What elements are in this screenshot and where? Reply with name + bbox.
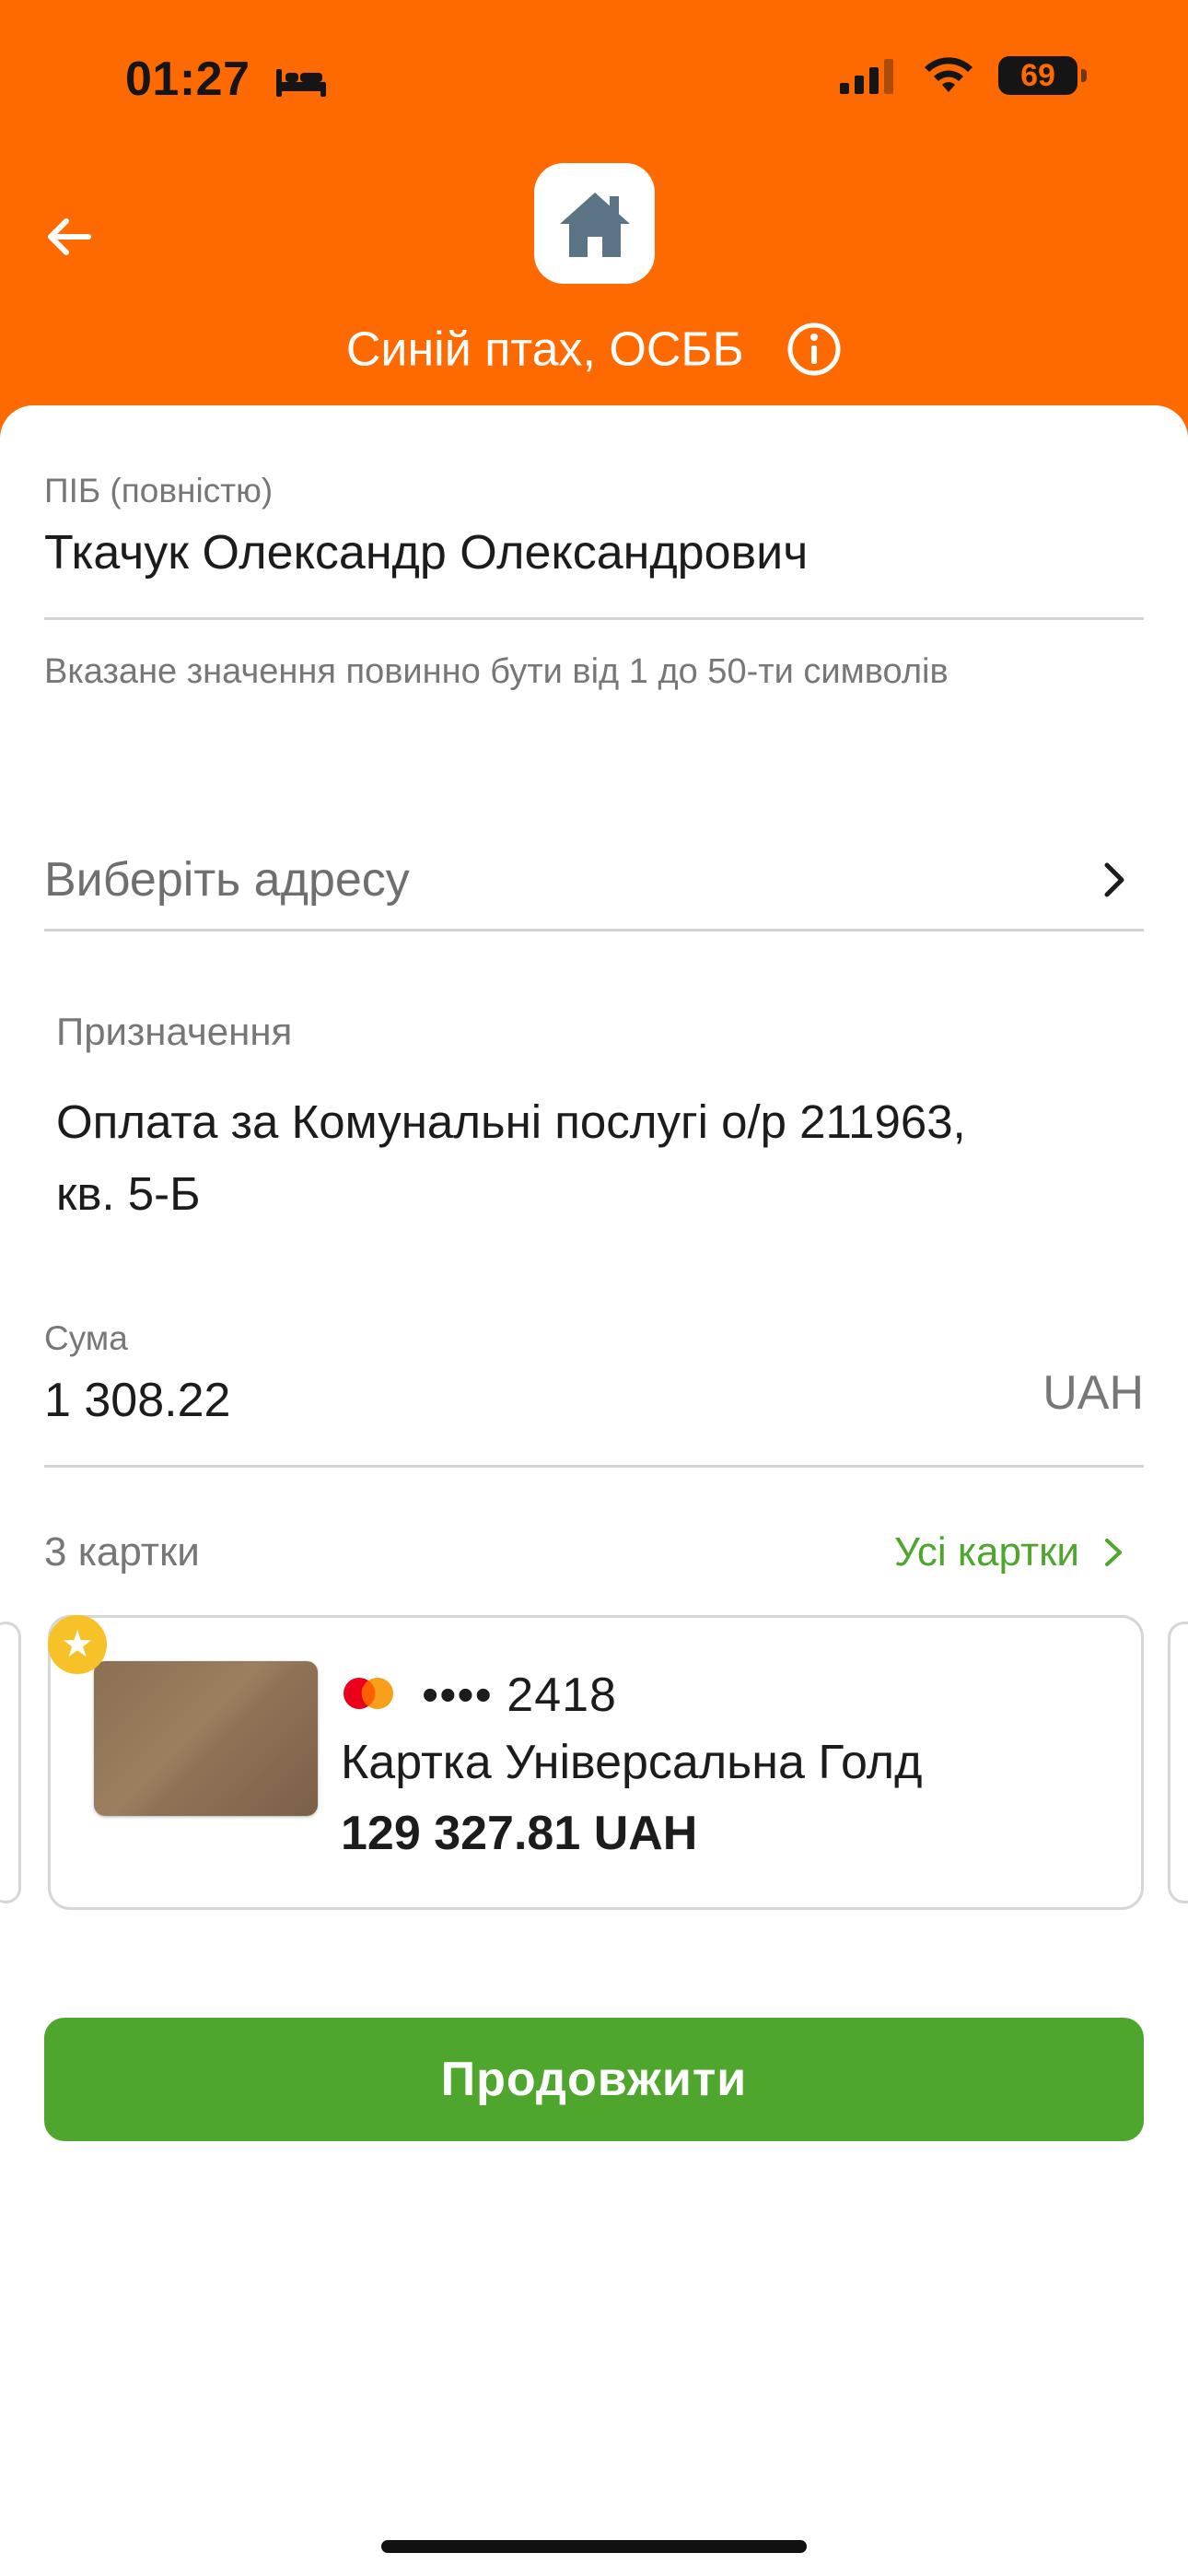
- name-divider: [44, 617, 1144, 620]
- card-image: [94, 1661, 318, 1816]
- address-placeholder: Виберіть адресу: [44, 853, 410, 907]
- purpose-line-1[interactable]: Оплата за Комунальні послугі о/р 211963,: [56, 1095, 966, 1149]
- back-button[interactable]: [37, 205, 101, 269]
- amount-label: Сума: [44, 1319, 128, 1357]
- payment-form-sheet: [0, 405, 1188, 2576]
- previous-card-peek[interactable]: [0, 1622, 21, 1903]
- status-time: 01:27: [125, 52, 328, 107]
- home-indicator[interactable]: [381, 2540, 807, 2553]
- name-hint: Вказане значення повинно бути від 1 до 5…: [44, 652, 949, 691]
- merchant-logo: [534, 163, 655, 284]
- mastercard-icon: [344, 1678, 393, 1709]
- purpose-line-2[interactable]: кв. 5-Б: [56, 1166, 201, 1221]
- name-label: ПІБ (повністю): [44, 472, 274, 509]
- currency-label: UAH: [1042, 1366, 1144, 1420]
- amount-divider: [44, 1465, 1144, 1468]
- star-icon: ★: [48, 1615, 107, 1674]
- card-masked-number: •••• 2418: [422, 1669, 617, 1722]
- purpose-label: Призначення: [56, 1010, 293, 1053]
- cards-count: 3 картки: [44, 1529, 200, 1575]
- card-name: Картка Універсальна Голд: [341, 1736, 923, 1789]
- name-input[interactable]: Ткачук Олександр Олександрович: [44, 525, 808, 580]
- amount-input[interactable]: 1 308.22: [44, 1373, 230, 1428]
- wifi-icon: [925, 57, 973, 92]
- next-card-peek[interactable]: [1168, 1622, 1188, 1903]
- continue-button[interactable]: Продовжити: [44, 2018, 1144, 2141]
- sleep-bed-icon: [276, 69, 327, 98]
- address-divider: [44, 929, 1144, 931]
- chevron-right-icon: [1105, 1539, 1122, 1566]
- merchant-title: Синій птах, ОСББ: [0, 319, 1188, 377]
- battery-indicator: 69: [998, 56, 1087, 95]
- cellular-signal-icon: [840, 59, 893, 94]
- house-icon: [559, 192, 630, 257]
- all-cards-link[interactable]: Усі картки: [894, 1529, 1144, 1575]
- back-arrow-icon: [48, 218, 91, 255]
- cards-header: 3 картки Усі картки: [44, 1529, 1144, 1575]
- status-indicators: 69: [838, 55, 1087, 96]
- chevron-right-icon: [1104, 862, 1124, 897]
- all-cards-label: Усі картки: [893, 1529, 1079, 1575]
- address-select[interactable]: Виберіть адресу: [44, 829, 1144, 931]
- info-icon[interactable]: [786, 322, 842, 377]
- card-balance: 129 327.81 UAH: [341, 1807, 698, 1860]
